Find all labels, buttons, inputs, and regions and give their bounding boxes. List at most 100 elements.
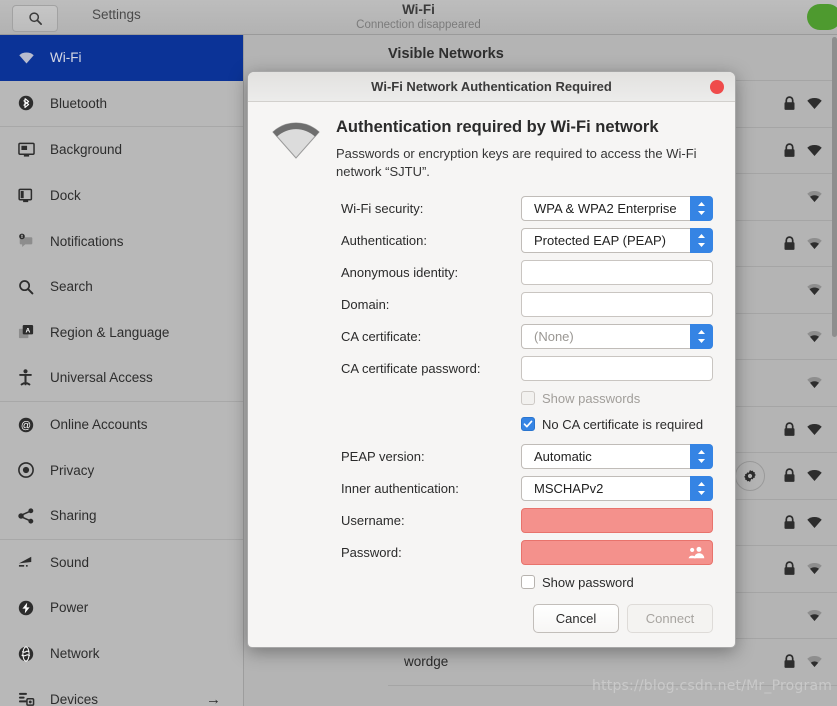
header-bar: Settings Wi-Fi Connection disappeared [0,0,837,35]
field-ca-certificate: CA certificate: (None) [341,321,713,352]
dialog-title: Wi-Fi Network Authentication Required [371,79,612,94]
sidebar-item-notifications[interactable]: Notifications [0,218,243,264]
lock-icon [784,561,795,576]
sidebar-item-label: Network [50,646,100,662]
search-icon [28,12,42,25]
show-password-checkbox[interactable] [521,575,535,589]
search-button[interactable] [12,5,58,32]
cancel-button[interactable]: Cancel [533,604,619,633]
lock-icon [784,143,795,157]
wifi-signal-icon [807,191,822,203]
wifi-icon [270,116,322,165]
sidebar-item-devices[interactable]: Devices → [0,676,243,706]
sidebar-item-label: Background [50,142,123,158]
sidebar-item-label: Dock [50,188,81,204]
sidebar-item-dock[interactable]: Dock [0,173,243,219]
select-value: Protected EAP (PEAP) [534,233,666,248]
sidebar-item-wifi[interactable]: Wi-Fi [0,35,243,81]
no-ca-certificate-checkbox[interactable] [521,417,535,431]
sidebar-item-region-language[interactable]: A Region & Language [0,310,243,356]
universal-access-icon [18,369,44,386]
password-input[interactable] [521,540,713,565]
show-passwords-checkbox[interactable] [521,391,535,405]
sidebar-item-power[interactable]: Power [0,585,243,631]
sidebar-item-search[interactable]: Search [0,264,243,310]
notifications-icon [18,233,44,249]
power-icon [18,600,44,616]
sidebar-item-label: Power [50,600,89,616]
field-label: Domain: [341,297,390,312]
wifi-signal-icon [807,284,822,296]
wifi-toggle[interactable] [807,4,837,30]
ca-certificate-password-input[interactable] [521,356,713,381]
row-icons [783,128,823,174]
connect-button[interactable]: Connect [627,604,713,633]
close-icon[interactable] [710,80,724,94]
wifi-signal-icon [807,330,822,342]
sidebar-item-network[interactable]: Network [0,631,243,677]
checkbox-no-ca-certificate-row[interactable]: No CA certificate is required [521,411,713,437]
field-username: Username: [341,505,713,536]
sidebar-item-label: Privacy [50,462,95,478]
dialog-buttons: Cancel Connect [341,604,713,633]
checkbox-show-passwords-row[interactable]: Show passwords [521,385,713,411]
wifi-signal-icon [807,609,822,621]
network-name: wordge [404,654,449,670]
chevron-updown-icon[interactable] [690,196,713,221]
settings-window: Settings Wi-Fi Connection disappeared Wi… [0,0,837,706]
lock-icon [784,236,795,250]
watermark: https://blog.csdn.net/Mr_Program [592,678,833,694]
sidebar-item-label: Region & Language [50,324,170,340]
online-accounts-icon: @ [18,417,44,433]
lock-icon [784,515,795,529]
sidebar-item-online-accounts[interactable]: @ Online Accounts [0,402,243,448]
devices-icon [18,691,44,706]
authentication-select[interactable]: Protected EAP (PEAP) [521,228,713,253]
sidebar: Wi-Fi Bluetooth Background Dock Notifica… [0,35,244,706]
svg-text:A: A [26,327,31,334]
vertical-scrollbar[interactable] [832,37,837,337]
chevron-updown-icon[interactable] [690,476,713,501]
sidebar-item-bluetooth[interactable]: Bluetooth [0,81,243,127]
row-icons [806,360,823,406]
network-settings-button[interactable] [735,460,765,491]
lock-icon [784,468,795,483]
checkbox-show-password-row[interactable]: Show password [521,569,713,595]
ca-certificate-select[interactable]: (None) [521,324,713,349]
checkbox-label: No CA certificate is required [542,416,704,432]
checkbox-label: Show password [542,574,634,590]
sidebar-item-label: Devices [50,691,99,706]
chevron-updown-icon[interactable] [690,228,713,253]
field-peap-version: PEAP version: Automatic [341,441,713,472]
lock-icon [784,422,795,436]
sidebar-item-privacy[interactable]: Privacy [0,447,243,493]
sidebar-item-sound[interactable]: Sound [0,540,243,586]
chevron-updown-icon[interactable] [690,324,713,349]
settings-label: Settings [92,7,141,22]
row-icons [806,267,823,313]
username-input[interactable] [521,508,713,533]
users-icon[interactable] [688,545,705,565]
peap-version-select[interactable]: Automatic [521,444,713,469]
network-icon [18,645,44,662]
dialog-body: Authentication required by Wi-Fi network… [248,102,735,647]
inner-authentication-select[interactable]: MSCHAPv2 [521,476,713,501]
gear-icon [744,469,756,482]
checkbox-label: Show passwords [542,390,641,406]
dialog-titlebar: Wi-Fi Network Authentication Required [248,72,735,102]
wifi-security-select[interactable]: WPA & WPA2 Enterprise [521,196,713,221]
select-value: Automatic [534,449,592,464]
field-domain: Domain: [341,289,713,320]
wifi-signal-icon [807,516,822,528]
dialog-description: Passwords or encryption keys are require… [336,146,697,179]
wifi-signal-icon [807,656,822,668]
sidebar-item-background[interactable]: Background [0,127,243,173]
domain-input[interactable] [521,292,713,317]
dialog-heading: Authentication required by Wi-Fi network [336,118,659,136]
sidebar-item-label: Search [50,279,93,295]
sidebar-item-universal-access[interactable]: Universal Access [0,355,243,401]
chevron-updown-icon[interactable] [690,444,713,469]
sidebar-item-sharing[interactable]: Sharing [0,493,243,539]
anonymous-identity-input[interactable] [521,260,713,285]
field-ca-certificate-password: CA certificate password: [341,353,713,384]
